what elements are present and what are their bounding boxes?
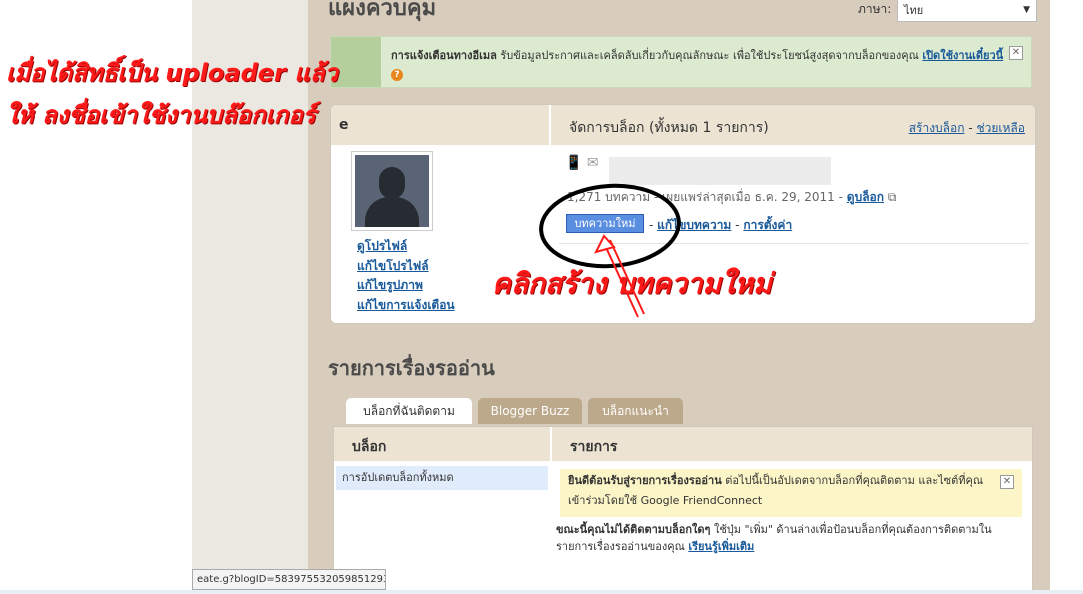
external-window-icon: ⧉ [887,190,897,204]
reading-list-panel: บล็อก รายการ การอัปเดตบล็อกทั้งหมด ยินดี… [333,426,1033,594]
manage-blogs-title: จัดการบล็อก (ทั้งหมด 1 รายการ) [569,120,769,136]
annotation-click-label: คลิกสร้าง บทความใหม่ [492,267,772,300]
profile-header: e [331,105,549,145]
new-post-button[interactable]: บทความใหม่ [566,214,644,233]
language-value: ไทย [904,4,924,17]
blog-meta: 1,271 บทความ - เผยแพร่ล่าสุดเมื่อ ธ.ค. 2… [567,188,896,207]
all-updates-item[interactable]: การอัปเดตบล็อกทั้งหมด [336,466,548,490]
blog-stats: 1,271 บทความ - เผยแพร่ล่าสุดเมื่อ ธ.ค. 2… [567,190,843,204]
blogs-column-header: บล็อก [334,427,550,461]
notice-body: รับข้อมูลประกาศและเคล็ดลับเกี่ยวกับคุณลั… [500,49,919,62]
edit-photo-link[interactable]: แก้ไขรูปภาพ [357,276,455,296]
blog-icons: 📱 ✉ [565,155,599,171]
settings-link[interactable]: การตั้งค่า [743,218,792,232]
notice-text: การแจ้งเตือนทางอีเมล รับข้อมูลประกาศและเ… [391,47,1011,83]
items-column-label: รายการ [570,439,618,455]
notice-icon-column [331,37,381,87]
email-icon[interactable]: ✉ [587,155,599,171]
avatar-silhouette [355,155,429,227]
post-links: - แก้ไขบทความ - การตั้งค่า [649,218,793,232]
mobile-icon[interactable]: 📱 [565,155,582,171]
email-notice-banner: การแจ้งเตือนทางอีเมล รับข้อมูลประกาศและเ… [330,36,1032,88]
header-links: สร้างบล็อก - ช่วยเหลือ [909,119,1025,138]
avatar-head [379,167,405,199]
annotation-line-2: ให้ ลงชื่อเข้าใช้งานบล๊อกเกอร์ [6,101,316,129]
status-bar-url: eate.g?blogID=5839755320598512935 [192,569,386,590]
create-blog-link[interactable]: สร้างบล็อก [909,121,965,135]
tab-following[interactable]: บล็อกที่ฉันติดตาม [346,398,472,424]
welcome-bold: ยินดีต้อนรับสู่รายการเรื่องรออ่าน [568,474,722,487]
help-link[interactable]: ช่วยเหลือ [977,121,1026,135]
close-icon[interactable]: ✕ [1009,46,1023,60]
chevron-down-icon: ▼ [1023,5,1030,15]
view-blog-link[interactable]: ดูบล็อก [847,190,884,204]
avatar[interactable] [351,151,433,231]
help-icon[interactable]: ? [391,69,403,81]
tab-blogger-buzz[interactable]: Blogger Buzz [478,398,582,424]
welcome-box: ยินดีต้อนรับสู่รายการเรื่องรออ่าน ต่อไปน… [560,469,1022,517]
blogs-column-label: บล็อก [352,439,387,455]
enable-now-link[interactable]: เปิดใช้งานเดี๋ยวนี้ [922,49,1003,62]
avatar-body [365,197,419,227]
reading-list-title: รายการเรื่องรออ่าน [328,356,495,380]
edit-notifications-link[interactable]: แก้ไขการแจ้งเตือน [357,296,455,316]
edit-profile-link[interactable]: แก้ไขโปรไฟล์ [357,257,455,277]
blog-divider [559,243,1029,244]
right-white-area [1050,0,1083,594]
profile-header-label: e [339,117,349,133]
notice-bold: การแจ้งเตือนทางอีเมล [391,49,497,62]
blog-name-redacted [609,157,831,185]
follow-note: ขณะนี้คุณไม่ได้ติดตามบล็อกใดๆ ใช้ปุ่ม "เ… [556,521,1018,555]
follow-bold: ขณะนี้คุณไม่ได้ติดตามบล็อกใดๆ [556,523,711,536]
bottom-strip [0,590,1083,594]
blogs-header: จัดการบล็อก (ทั้งหมด 1 รายการ) สร้างบล็อ… [551,105,1035,145]
tab-recommended[interactable]: บล็อกแนะนำ [588,398,683,424]
annotation-instructions: เมื่อได้สิทธิ์เป็น uploader แล้ว ให้ ลงช… [6,52,338,136]
view-profile-link[interactable]: ดูโปรไฟล์ [357,237,455,257]
profile-links: ดูโปรไฟล์ แก้ไขโปรไฟล์ แก้ไขรูปภาพ แก้ไข… [357,237,455,315]
close-icon[interactable]: ✕ [1000,475,1014,489]
header-link-separator: - [968,121,973,135]
language-select[interactable]: ไทย ▼ [897,0,1037,22]
items-column-header: รายการ [552,427,1032,461]
annotation-line-1: เมื่อได้สิทธิ์เป็น uploader แล้ว [6,59,338,87]
edit-posts-link[interactable]: แก้ไขบทความ [657,218,731,232]
page-title: แผงควบคุม [328,0,437,21]
language-label: ภาษา: [858,2,892,16]
learn-more-link[interactable]: เรียนรู้เพิ่มเติม [688,540,754,553]
